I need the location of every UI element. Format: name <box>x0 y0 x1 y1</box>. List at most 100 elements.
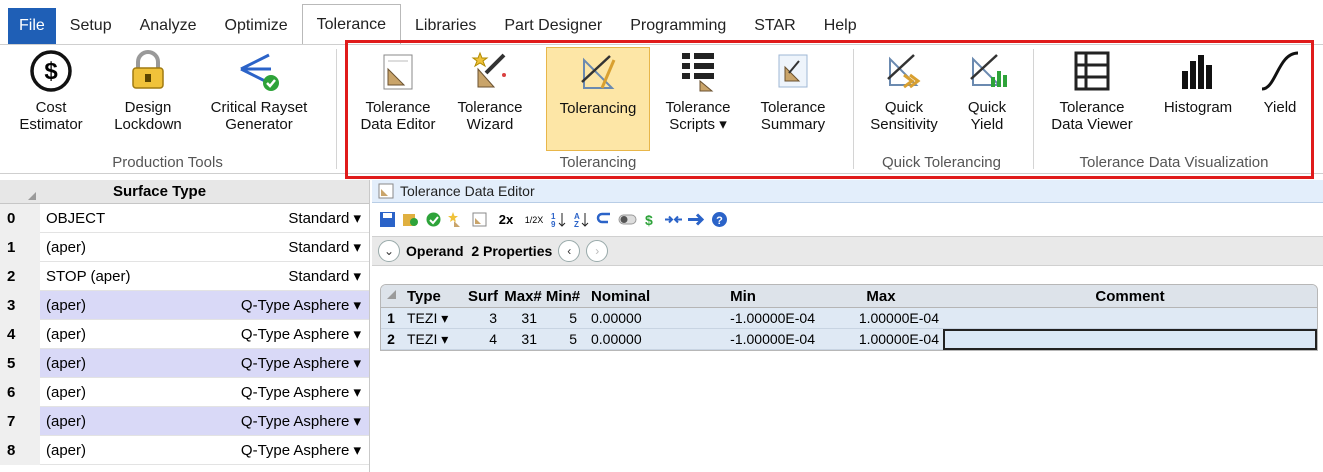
cost-estimator-button[interactable]: $ Cost Estimator <box>16 47 86 133</box>
tolerance-scripts-button[interactable]: Tolerance Scripts ▾ <box>656 47 740 133</box>
comment-cell[interactable]: STOP (aper) <box>40 268 190 285</box>
surface-row[interactable]: 2 STOP (aper) Standard ▾ <box>0 261 369 291</box>
surf-cell[interactable]: 4 <box>463 331 503 347</box>
nominal-cell[interactable]: 0.00000 <box>583 331 671 347</box>
quick-yield-button[interactable]: Quick Yield <box>957 47 1017 133</box>
quick-sensitivity-button[interactable]: Quick Sensitivity <box>861 47 947 133</box>
design-lockdown-button[interactable]: Design Lockdown <box>104 47 192 133</box>
tolerance-summary-button[interactable]: Tolerance Summary <box>750 47 836 133</box>
min-cell[interactable]: -1.00000E-04 <box>671 331 823 347</box>
surface-type-dropdown[interactable]: Q-Type Asphere ▾ <box>190 412 369 430</box>
comment-cell[interactable]: (aper) <box>40 326 190 343</box>
surface-row[interactable]: 1 (aper) Standard ▾ <box>0 232 369 262</box>
menu-star[interactable]: STAR <box>740 8 809 44</box>
tolerance-data-editor-button[interactable]: Tolerance Data Editor <box>352 47 444 133</box>
surf-cell[interactable]: 3 <box>463 310 503 326</box>
toggle-icon[interactable] <box>618 210 637 229</box>
yield-curve-icon <box>1261 51 1299 91</box>
wizard-icon[interactable] <box>447 210 466 229</box>
check-icon[interactable] <box>424 210 443 229</box>
save-icon[interactable] <box>378 210 397 229</box>
data-editor-icon <box>378 183 394 199</box>
comment-cell[interactable]: (aper) <box>40 384 190 401</box>
menu-programming[interactable]: Programming <box>616 8 740 44</box>
group-quick-tolerancing: Quick Sensitivity Quick Yield Quick Tole… <box>855 45 1028 173</box>
menu-analyze[interactable]: Analyze <box>126 8 211 44</box>
menu-part-designer[interactable]: Part Designer <box>490 8 616 44</box>
surface-type-dropdown[interactable]: Q-Type Asphere ▾ <box>190 383 369 401</box>
surface-type-dropdown[interactable]: Q-Type Asphere ▾ <box>190 296 369 314</box>
comment-cell[interactable] <box>943 328 1317 350</box>
surface-row[interactable]: 5 (aper) Q-Type Asphere ▾ <box>0 348 369 378</box>
group-tolerancing: Tolerance Data Editor Tolerance Wizard T… <box>348 45 848 173</box>
comment-cell[interactable]: (aper) <box>40 239 190 256</box>
tolerancing-button[interactable]: Tolerancing <box>546 47 650 151</box>
rayset-icon <box>240 53 279 91</box>
menu-help[interactable]: Help <box>810 8 871 44</box>
comment-cell[interactable]: (aper) <box>40 354 190 372</box>
load-icon[interactable] <box>401 210 420 229</box>
surface-type-dropdown[interactable]: Standard ▾ <box>190 238 369 256</box>
yield-button[interactable]: Yield <box>1254 47 1306 116</box>
comment-cell[interactable]: OBJECT <box>40 210 190 227</box>
col-max: Max <box>866 287 896 305</box>
surface-row[interactable]: 8 (aper) Q-Type Asphere ▾ <box>0 435 369 465</box>
quick-yield-icon <box>970 54 1007 87</box>
nominal-cell[interactable]: 0.00000 <box>583 310 671 326</box>
menu-optimize[interactable]: Optimize <box>211 8 302 44</box>
max-cell[interactable]: 1.00000E-04 <box>823 331 943 347</box>
histogram-icon <box>1182 55 1212 89</box>
max-num-cell[interactable]: 31 <box>503 331 543 347</box>
type-dropdown[interactable]: TEZI ▾ <box>401 310 463 327</box>
help-icon[interactable]: ? <box>710 210 729 229</box>
surface-row[interactable]: 6 (aper) Q-Type Asphere ▾ <box>0 377 369 407</box>
group-tolerance-data-visualization: Tolerance Data Viewer Histogram Yield To… <box>1036 45 1312 173</box>
table-row[interactable]: 2 TEZI ▾ 4 31 5 0.00000 -1.00000E-04 1.0… <box>381 328 1317 350</box>
arrows-in-icon[interactable] <box>664 210 683 229</box>
menu-libraries[interactable]: Libraries <box>401 8 490 44</box>
separator <box>853 49 854 169</box>
arrow-right-icon[interactable] <box>687 210 706 229</box>
chevron-left-icon[interactable]: ‹ <box>558 240 581 262</box>
menu-file[interactable]: File <box>8 8 56 44</box>
max-cell[interactable]: 1.00000E-04 <box>823 310 943 326</box>
type-dropdown[interactable]: TEZI ▾ <box>401 331 463 348</box>
comment-cell[interactable] <box>943 308 1317 329</box>
surface-row[interactable]: 4 (aper) Q-Type Asphere ▾ <box>0 319 369 349</box>
surface-type-dropdown[interactable]: Q-Type Asphere ▾ <box>190 325 369 343</box>
critical-rayset-generator-button[interactable]: Critical Rayset Generator <box>198 47 320 133</box>
menu-tolerance[interactable]: Tolerance <box>301 4 402 44</box>
col-surf: Surf <box>468 287 498 305</box>
tolerance-data-viewer-button[interactable]: Tolerance Data Viewer <box>1044 47 1140 133</box>
comment-cell[interactable]: (aper) <box>40 296 190 314</box>
min-cell[interactable]: -1.00000E-04 <box>671 310 823 326</box>
max-num-cell[interactable]: 31 <box>503 310 543 326</box>
tolerance-wizard-button[interactable]: Tolerance Wizard <box>452 47 528 133</box>
row-number: 1 <box>0 232 40 262</box>
group-title-tolerance-data-visualization: Tolerance Data Visualization <box>1079 154 1269 171</box>
surface-type-dropdown[interactable]: Q-Type Asphere ▾ <box>190 354 369 372</box>
comment-cell[interactable]: (aper) <box>40 442 190 459</box>
zoom-2x-button[interactable]: 2x <box>493 210 519 229</box>
surface-type-dropdown[interactable]: Q-Type Asphere ▾ <box>190 441 369 459</box>
operand-properties-bar: ⌄ Operand 2 Properties ‹ › <box>372 236 1323 266</box>
zoom-half-button[interactable]: 1/2X <box>523 210 545 229</box>
dollar-arrows-icon[interactable]: $ <box>641 210 660 229</box>
min-num-cell[interactable]: 5 <box>543 310 583 326</box>
table-row[interactable]: 1 TEZI ▾ 3 31 5 0.00000 -1.00000E-04 1.0… <box>381 308 1317 329</box>
surface-row[interactable]: 0 OBJECT Standard ▾ <box>0 203 369 233</box>
sort-ascending-icon[interactable]: 19 <box>549 210 568 229</box>
min-num-cell[interactable]: 5 <box>543 331 583 347</box>
chevron-right-icon[interactable]: › <box>586 240 609 262</box>
undo-arrow-icon[interactable] <box>595 210 614 229</box>
data-editor-icon[interactable] <box>470 210 489 229</box>
sort-alpha-icon[interactable]: AZ <box>572 210 591 229</box>
surface-type-dropdown[interactable]: Standard ▾ <box>190 267 369 285</box>
histogram-button[interactable]: Histogram <box>1148 47 1248 116</box>
surface-type-dropdown[interactable]: Standard ▾ <box>190 209 369 227</box>
surface-row[interactable]: 7 (aper) Q-Type Asphere ▾ <box>0 406 369 436</box>
menu-setup[interactable]: Setup <box>56 8 126 44</box>
chevron-down-icon[interactable]: ⌄ <box>378 240 400 262</box>
comment-cell[interactable]: (aper) <box>40 412 190 430</box>
surface-row[interactable]: 3 (aper) Q-Type Asphere ▾ <box>0 290 369 320</box>
